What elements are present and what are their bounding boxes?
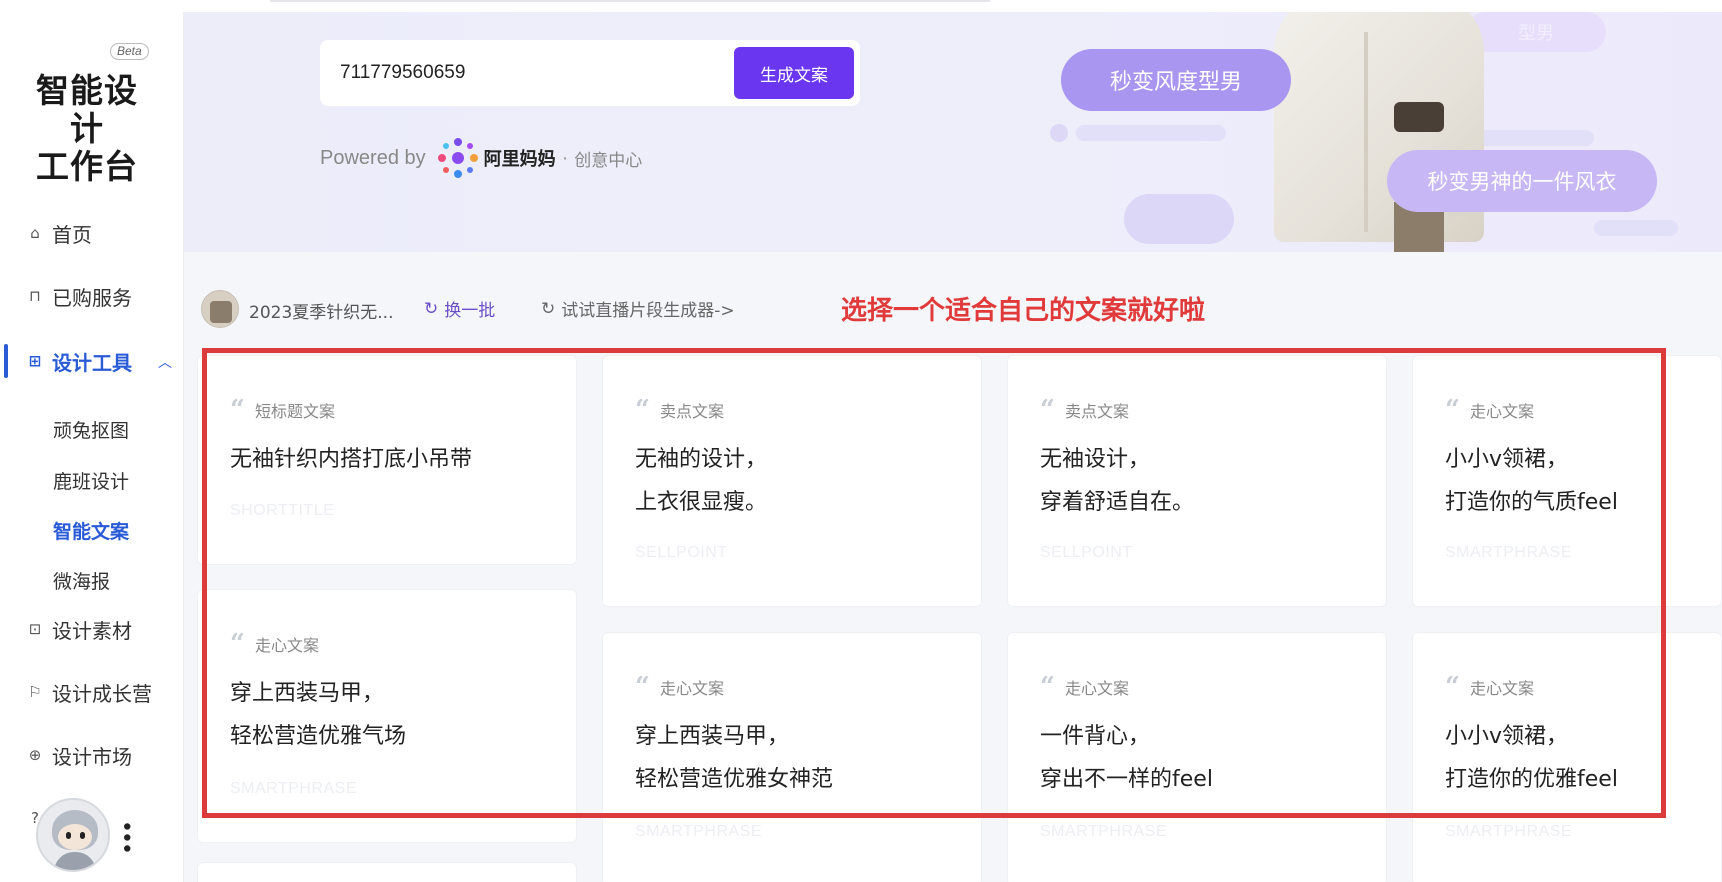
quote-icon: “ [1445,672,1460,702]
card-tag: “卖点文案 [635,395,724,425]
bag-icon: ⊓ [29,287,41,305]
assistant-avatar[interactable] [36,798,110,872]
card-tag: “走心文案 [1040,672,1129,702]
product-name[interactable]: 2023夏季针织无... [249,298,393,323]
card-tag: “卖点文案 [1040,395,1129,425]
generate-copy-button[interactable]: 生成文案 [734,47,854,99]
brand-sub: 创意中心 [574,150,643,170]
quote-icon: “ [635,395,650,425]
card-code: SMARTPHRASE [635,823,763,840]
refresh-icon: ↻ [424,298,439,319]
card-text: 无袖设计， 穿着舒适自在。 [1040,447,1195,515]
copy-card[interactable]: “走心文案 小小v领裙， 打造你的优雅feel SMARTPHRASE [1412,632,1722,882]
flag-icon: ⚐ [28,683,42,701]
copy-card[interactable]: “卖点文案 无袖设计， 穿着舒适自在。 SELLPOINT [1007,355,1387,607]
grid-icon: ⊞ [28,352,42,370]
material-icon: ⊡ [28,620,42,638]
card-code: SELLPOINT [1040,544,1133,561]
card-code: SMARTPHRASE [1040,823,1168,840]
card-code: SHORTTITLE [230,502,335,519]
product-thumbnail[interactable] [201,290,239,328]
card-text: 穿上西装马甲， 轻松营造优雅气场 [230,681,407,749]
quote-icon: “ [230,395,245,425]
card-code: SELLPOINT [635,544,728,561]
card-tag: “走心文案 [1445,395,1534,425]
card-code: SMARTPHRASE [1445,823,1573,840]
try-label: 试试直播片段生成器-> [561,301,735,321]
sidebar-subitem-poster[interactable]: 微海报 [53,567,110,594]
card-tag: “走心文案 [230,629,319,659]
brand-name: 阿里妈妈 [483,149,556,169]
quote-icon: “ [1040,395,1055,425]
card-code: SMARTPHRASE [1445,544,1573,561]
powered-by-label: Powered by [320,146,426,169]
quote-icon: “ [1040,672,1055,702]
try-live-clip-link[interactable]: ↻ 试试直播片段生成器-> [541,296,735,322]
decoration-dot [1050,124,1068,142]
banner-pill-trench: 秒变男神的一件风衣 [1387,150,1657,212]
separator: · [561,146,569,169]
copy-card[interactable]: “短标题文案 无袖针织内搭打底小吊带 SHORTTITLE [197,355,577,565]
card-text: 小小v领裙， 打造你的优雅feel [1445,724,1618,792]
quote-icon: “ [1445,395,1460,425]
copy-card[interactable]: “走心文案 穿上西装马甲， 轻松营造优雅女神范 SMARTPHRASE [602,632,982,882]
search-box: 生成文案 [320,40,860,106]
banner-pill-style: 秒变风度型男 [1061,49,1291,111]
top-strip [0,0,1722,12]
alimama-logo-icon [437,138,478,178]
decoration-line [1076,125,1226,141]
copy-card[interactable]: “走心文案 一件背心， 穿出不一样的feel SMARTPHRASE [1007,632,1387,882]
decoration-line [1594,220,1678,236]
hero-banner: 型男 秒变风度型男 秒变男神的一件风衣 生成文案 Powered by 阿里妈妈… [184,12,1722,252]
copy-card[interactable]: “走心文案 小小v领裙， 打造你的气质feel SMARTPHRASE [1412,355,1722,607]
refresh-label: 换一批 [444,301,496,321]
quote-icon: “ [635,672,650,702]
sidebar: Beta 智能设计 工作台 ⌂ 首页 ⊓ 已购服务 ⊞ 设计工具 ︿ 顽兔抠图 鹿… [0,12,184,882]
sidebar-item-growth-camp[interactable]: ⚐ 设计成长营 [26,677,152,707]
card-tag: “短标题文案 [230,395,335,425]
sidebar-subitem-luban[interactable]: 鹿班设计 [53,467,129,494]
card-text: 无袖的设计， 上衣很显瘦。 [635,447,768,515]
quote-icon: “ [230,629,245,659]
card-tag: “走心文案 [635,672,724,702]
sidebar-item-label: 已购服务 [52,285,132,310]
card-code: SMARTPHRASE [230,780,358,797]
active-indicator [4,344,8,378]
card-text: 无袖针织内搭打底小吊带 [230,447,473,472]
model-photo [1254,12,1504,252]
sidebar-item-label: 设计素材 [52,618,132,643]
powered-by: Powered by 阿里妈妈 · 创意中心 [320,138,642,178]
results-toolbar: 2023夏季针织无... ↻ 换一批 ↻ 试试直播片段生成器-> 选择一个适合自… [184,252,1722,352]
card-text: 一件背心， 穿出不一样的feel [1040,724,1213,792]
sidebar-item-label: 设计工具 [52,350,132,375]
sidebar-item-purchased[interactable]: ⊓ 已购服务 [26,281,132,311]
chevron-up-icon[interactable]: ︿ [158,352,172,372]
home-icon: ⌂ [30,224,40,242]
sidebar-subitem-smart-copy[interactable]: 智能文案 [53,517,129,544]
card-text: 小小v领裙， 打造你的气质feel [1445,447,1618,515]
market-icon: ⊕ [28,746,42,764]
sidebar-item-label: 首页 [52,222,92,247]
copy-card[interactable]: “走心文案 穿上西装马甲， 轻松营造优雅气场 SMARTPHRASE [197,589,577,843]
cloud-decoration [1124,194,1234,244]
annotation-text: 选择一个适合自己的文案就好啦 [841,296,1206,326]
copy-card[interactable]: “卖点文案 无袖的设计， 上衣很显瘦。 SELLPOINT [602,355,982,607]
sidebar-item-design-tools[interactable]: ⊞ 设计工具 [26,346,132,376]
card-tag: “走心文案 [1445,672,1534,702]
sidebar-item-label: 设计成长营 [52,681,152,706]
sidebar-item-home[interactable]: ⌂ 首页 [26,218,92,248]
beta-badge: Beta [110,43,149,60]
sidebar-item-market[interactable]: ⊕ 设计市场 [26,740,132,770]
refresh-batch-button[interactable]: ↻ 换一批 [424,296,496,322]
refresh-icon: ↻ [541,298,556,319]
more-icon[interactable]: ••• [113,820,138,853]
sidebar-item-materials[interactable]: ⊡ 设计素材 [26,614,132,644]
app-logo[interactable]: 智能设计 工作台 [22,72,152,186]
product-id-input[interactable] [340,54,710,92]
top-divider [270,0,990,2]
sidebar-item-label: 设计市场 [52,744,132,769]
sidebar-subitem-cutout[interactable]: 顽兔抠图 [53,416,129,443]
copy-card[interactable] [197,862,577,882]
card-text: 穿上西装马甲， 轻松营造优雅女神范 [635,724,834,792]
